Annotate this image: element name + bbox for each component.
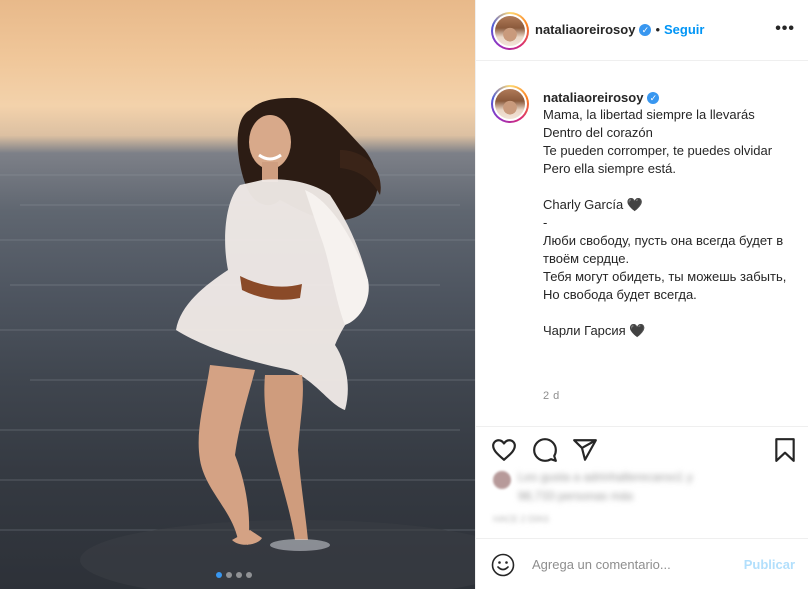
caption-user-line: nataliaoreirosoy ✓: [543, 89, 660, 107]
emoji-smile-icon[interactable]: [491, 553, 515, 577]
comment-input[interactable]: [532, 554, 732, 574]
caption-username-link[interactable]: nataliaoreirosoy: [543, 90, 643, 105]
post-header: nataliaoreirosoy ✓ • Seguir •••: [476, 0, 808, 61]
avatar[interactable]: [491, 12, 529, 50]
likes-count-text[interactable]: 98,733 personas más: [518, 489, 633, 503]
caption-area: nataliaoreirosoy ✓ Mama, la libertad siem…: [476, 61, 808, 426]
caption-line: [543, 178, 795, 196]
header-user-line: nataliaoreirosoy ✓ • Seguir: [535, 21, 704, 39]
carousel-dot-active: [216, 572, 222, 578]
username-link[interactable]: nataliaoreirosoy: [535, 22, 635, 37]
separator: •: [655, 22, 660, 37]
follow-button[interactable]: Seguir: [664, 22, 704, 37]
caption-line: Mama, la libertad siempre la llevarás: [543, 107, 755, 122]
liker-avatar[interactable]: [493, 471, 511, 489]
more-options-icon[interactable]: •••: [775, 20, 795, 38]
avatar-image: [495, 16, 525, 46]
post-time[interactable]: 2 d: [543, 390, 560, 402]
caption-line: Люби свободу, пусть она всегда будет в т…: [543, 233, 784, 266]
carousel-dot: [226, 572, 232, 578]
caption-line: -: [543, 215, 548, 230]
caption-text: Mama, la libertad siempre la llevarás De…: [543, 106, 795, 340]
caption-line: Тебя могут обидеть, ты можешь забыть,: [543, 269, 787, 284]
caption-line: Te pueden corromper, te puedes olvidar: [543, 143, 773, 158]
caption-avatar[interactable]: [491, 85, 529, 123]
caption-line: Charly García 🖤: [543, 197, 643, 212]
publish-button[interactable]: Publicar: [744, 557, 795, 572]
carousel-dot: [246, 572, 252, 578]
comment-bubble-icon[interactable]: [532, 437, 558, 463]
caption-line: Dentro del corazón: [543, 125, 653, 140]
bookmark-icon[interactable]: [772, 437, 798, 463]
post-side-panel: nataliaoreirosoy ✓ • Seguir ••• nataliaorei…: [475, 0, 808, 589]
carousel-dot: [236, 572, 242, 578]
liked-by-text[interactable]: Les gusta a adrinhalterecaroo1 y: [518, 470, 758, 486]
caption-line: Но свобода будет всегда.: [543, 287, 697, 302]
post-actions-bar: [476, 426, 808, 476]
post-photo[interactable]: [0, 0, 475, 589]
paper-plane-icon[interactable]: [572, 437, 598, 463]
carousel-indicator: [216, 572, 252, 578]
verified-badge-icon: ✓: [647, 91, 660, 104]
caption-line: [543, 304, 795, 322]
instagram-post: nataliaoreirosoy ✓ • Seguir ••• nataliaorei…: [0, 0, 808, 589]
post-date: HACE 2 DÍAS: [493, 514, 550, 524]
heart-icon[interactable]: [491, 437, 517, 463]
verified-badge-icon: ✓: [639, 23, 652, 36]
photo-illustration: [0, 97, 475, 589]
comment-form: Publicar: [476, 538, 808, 589]
caption-line: Чарли Гарсия 🖤: [543, 323, 646, 338]
avatar-image: [495, 89, 525, 119]
caption-line: Pero ella siempre está.: [543, 161, 676, 176]
